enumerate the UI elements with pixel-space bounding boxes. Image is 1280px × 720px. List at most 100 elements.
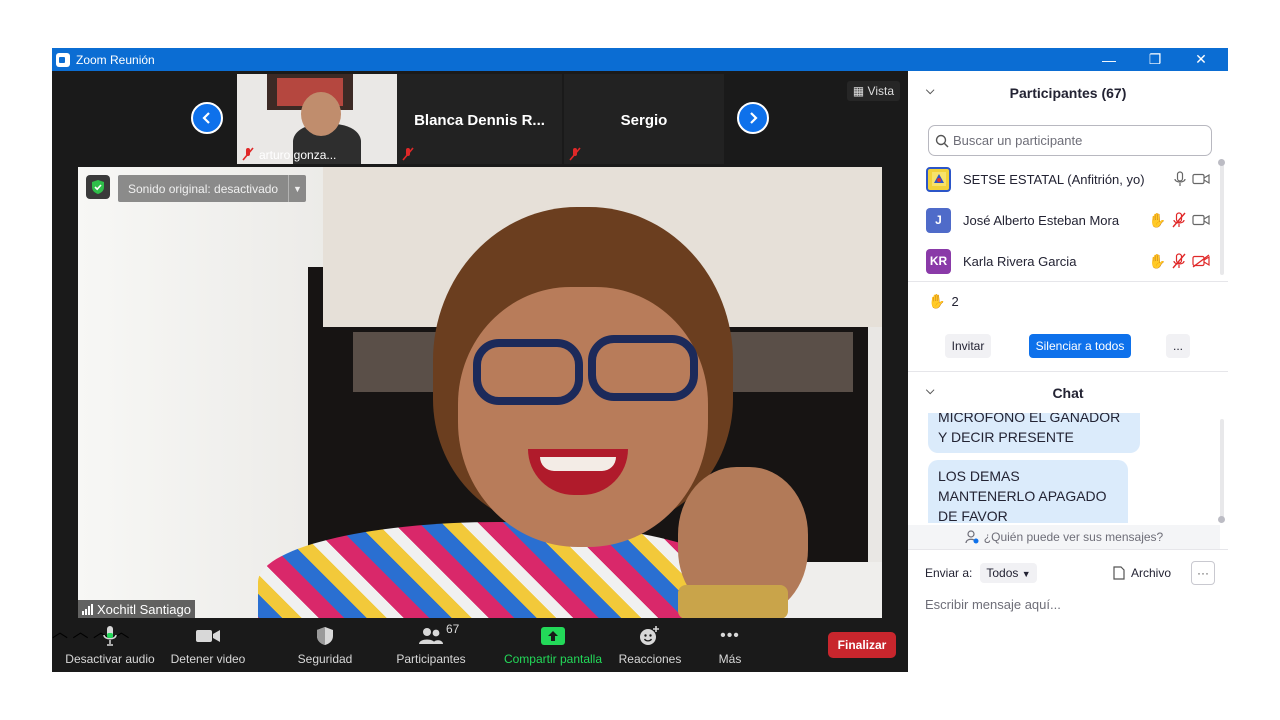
participant-row[interactable]: SETSE ESTATAL (Anfitrión, yo) bbox=[926, 163, 1210, 195]
recipient-value: Todos bbox=[986, 566, 1019, 580]
video-tile-arturo[interactable]: arturo gonza... bbox=[237, 74, 397, 164]
speaker-name-tag: Xochitl Santiago bbox=[78, 600, 195, 619]
send-to-row: Enviar a: Todos ▼ Archivo ··· bbox=[925, 560, 1215, 586]
participants-scroll-handle[interactable] bbox=[1218, 159, 1225, 166]
chat-scroll-handle[interactable] bbox=[1218, 516, 1225, 523]
message-visibility-info[interactable]: ¿Quién puede ver sus mensajes? bbox=[908, 525, 1220, 549]
main-speaker-video[interactable]: Sonido original: desactivado ▼ Xochitl S… bbox=[78, 167, 882, 619]
send-to-label: Enviar a: bbox=[925, 566, 973, 580]
wristwatch bbox=[678, 585, 788, 619]
recipient-select[interactable]: Todos ▼ bbox=[980, 563, 1037, 583]
smiley-plus-icon bbox=[640, 626, 659, 645]
stop-video-label: Detener video bbox=[170, 652, 246, 666]
participants-scrollbar[interactable] bbox=[1220, 163, 1224, 275]
chat-message: LOS DEMAS MANTENERLO APAGADO DE FAVOR bbox=[928, 460, 1128, 523]
person-info-icon bbox=[965, 530, 979, 544]
participants-button[interactable]: 67 Participantes bbox=[394, 622, 468, 666]
encryption-badge[interactable] bbox=[86, 175, 110, 199]
participant-name: Karla Rivera Garcia bbox=[963, 253, 1077, 269]
avatar: J bbox=[926, 207, 951, 233]
reactions-button[interactable]: Reacciones bbox=[616, 624, 684, 666]
avatar bbox=[926, 166, 951, 192]
mic-icon[interactable] bbox=[1174, 171, 1186, 187]
zoom-logo-icon bbox=[56, 52, 70, 67]
tile-name: Sergio bbox=[620, 112, 668, 129]
stop-video-button[interactable]: Detener video bbox=[166, 624, 250, 666]
participant-name: José Alberto Esteban Mora bbox=[963, 212, 1120, 228]
avatar: KR bbox=[926, 248, 951, 274]
participant-row[interactable]: KR Karla Rivera Garcia ✋ bbox=[926, 245, 1210, 277]
participants-count: 67 bbox=[446, 622, 460, 636]
video-icon[interactable] bbox=[1192, 214, 1210, 226]
chevron-right-icon bbox=[750, 112, 758, 124]
mute-audio-label: Desactivar audio bbox=[65, 652, 155, 666]
share-screen-button[interactable]: Compartir pantalla bbox=[500, 624, 606, 666]
security-button[interactable]: Seguridad bbox=[292, 624, 358, 666]
collapse-chevron-icon[interactable]: ⌵ bbox=[926, 385, 934, 398]
mute-audio-button[interactable]: Desactivar audio bbox=[60, 624, 160, 666]
divider bbox=[908, 371, 1228, 372]
file-button[interactable]: Archivo bbox=[1113, 566, 1171, 580]
video-tile-sergio[interactable]: Sergio bbox=[564, 74, 724, 164]
speaker-name: Xochitl Santiago bbox=[97, 602, 191, 617]
title-bar: Zoom Reunión — ❐ ✕ bbox=[52, 48, 1228, 71]
security-label: Seguridad bbox=[297, 652, 353, 666]
raised-hand-icon: ✋ bbox=[1148, 252, 1166, 269]
participants-header: ⌵ Participantes (67) bbox=[908, 73, 1228, 113]
raised-hand-icon: ✋ bbox=[928, 293, 946, 309]
chat-more-button[interactable]: ··· bbox=[1191, 561, 1215, 585]
chevron-down-icon: ▼ bbox=[1021, 569, 1031, 579]
video-icon[interactable] bbox=[1192, 173, 1210, 185]
raised-hands-summary[interactable]: ✋ 2 bbox=[928, 293, 959, 310]
chat-header: ⌵ Chat bbox=[908, 373, 1228, 413]
invite-button[interactable]: Invitar bbox=[945, 334, 991, 358]
view-label: Vista bbox=[867, 84, 894, 98]
people-icon bbox=[419, 628, 443, 644]
mic-icon bbox=[103, 626, 117, 646]
restore-button[interactable]: ❐ bbox=[1132, 48, 1178, 71]
raised-hand-icon: ✋ bbox=[1148, 211, 1166, 228]
share-screen-label: Compartir pantalla bbox=[503, 652, 603, 666]
chat-messages[interactable]: MICROFONO EL GANADOR Y DECIR PRESENTE LO… bbox=[908, 413, 1220, 523]
close-button[interactable]: ✕ bbox=[1178, 48, 1224, 71]
minimize-button[interactable]: — bbox=[1086, 48, 1132, 71]
meeting-toolbar: Desactivar audio ︿ Detener video ︿ Segur… bbox=[52, 618, 908, 672]
divider bbox=[908, 281, 1228, 282]
file-icon bbox=[1113, 566, 1125, 580]
video-stage: arturo gonza... Blanca Dennis R... Sergi… bbox=[52, 71, 908, 672]
mic-muted-icon bbox=[569, 147, 581, 161]
who-can-see-label: ¿Quién puede ver sus mensajes? bbox=[983, 530, 1164, 544]
participant-search[interactable]: Buscar un participante bbox=[928, 125, 1212, 156]
person-face bbox=[458, 287, 708, 547]
search-icon bbox=[935, 134, 949, 148]
person-teeth bbox=[540, 457, 616, 471]
divider bbox=[908, 549, 1228, 550]
share-screen-icon bbox=[541, 627, 565, 645]
end-meeting-button[interactable]: Finalizar bbox=[828, 632, 896, 658]
original-sound-toggle[interactable]: Sonido original: desactivado ▼ bbox=[118, 175, 306, 202]
prev-page-button[interactable] bbox=[191, 102, 223, 134]
mic-muted-icon[interactable] bbox=[1172, 212, 1186, 228]
chat-scrollbar[interactable] bbox=[1220, 419, 1224, 519]
mic-muted-icon[interactable] bbox=[1172, 253, 1186, 269]
next-page-button[interactable] bbox=[737, 102, 769, 134]
file-label: Archivo bbox=[1130, 566, 1171, 580]
mute-all-button[interactable]: Silenciar a todos bbox=[1029, 334, 1131, 358]
participants-title: Participantes (67) bbox=[1009, 85, 1127, 101]
caret-down-icon[interactable]: ▼ bbox=[288, 175, 306, 202]
tile-name: arturo gonza... bbox=[259, 148, 337, 162]
mic-muted-icon bbox=[242, 147, 254, 161]
shield-check-icon bbox=[92, 180, 104, 194]
video-off-icon[interactable] bbox=[1192, 254, 1210, 268]
participants-more-button[interactable]: ... bbox=[1166, 334, 1190, 358]
collapse-chevron-icon[interactable]: ⌵ bbox=[926, 85, 934, 98]
chat-input[interactable] bbox=[925, 593, 1215, 615]
chat-message: MICROFONO EL GANADOR Y DECIR PRESENTE bbox=[928, 413, 1140, 453]
view-button[interactable]: ▦ Vista bbox=[846, 81, 900, 101]
video-tile-blanca[interactable]: Blanca Dennis R... bbox=[397, 74, 562, 164]
participants-label: Participantes bbox=[396, 652, 466, 666]
participant-row[interactable]: J José Alberto Esteban Mora ✋ bbox=[926, 204, 1210, 236]
shield-icon bbox=[317, 627, 333, 645]
more-button[interactable]: ••• Más bbox=[708, 624, 752, 666]
reactions-label: Reacciones bbox=[618, 652, 682, 666]
